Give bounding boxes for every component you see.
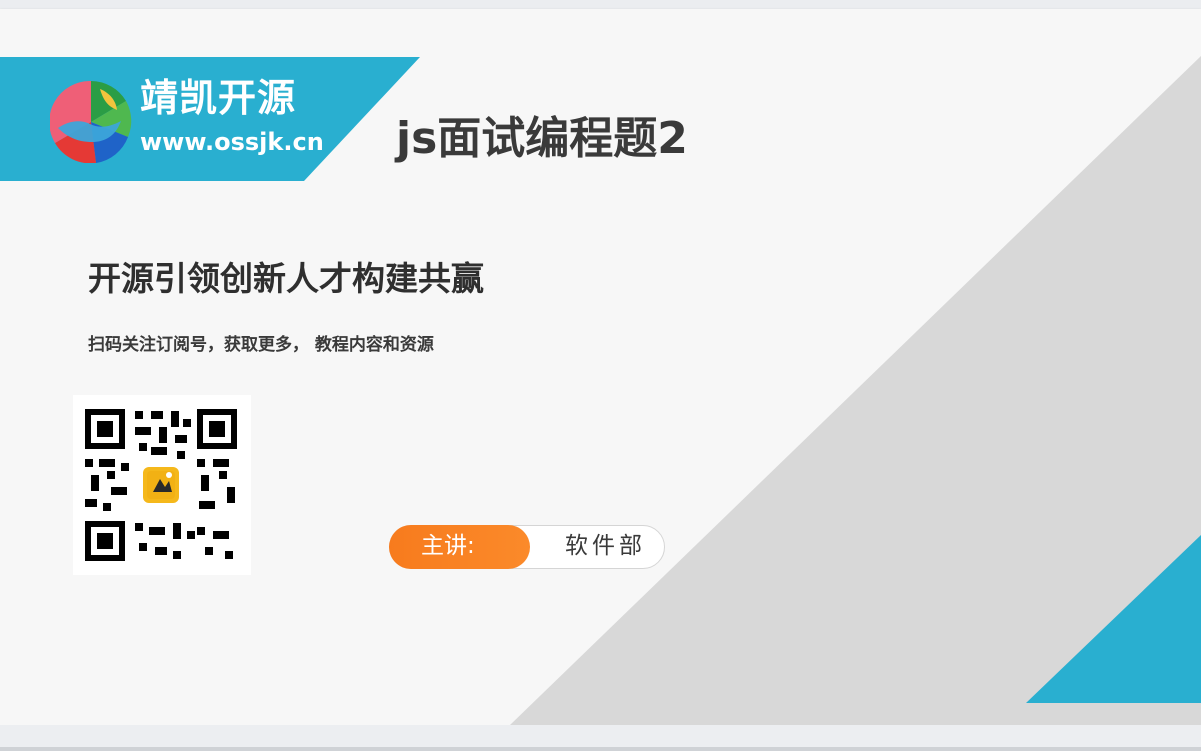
speaker-name: 软件部	[565, 533, 646, 559]
slide-canvas: 靖凯开源 www.ossjk.cn js面试编程题2 开源引领创新人才构建共赢 …	[0, 9, 1201, 725]
slogan-text: 开源引领创新人才构建共赢	[88, 259, 484, 298]
brand-name: 靖凯开源	[140, 76, 297, 120]
multicolor-circle-logo-icon	[50, 81, 132, 163]
qr-code-card	[73, 395, 251, 575]
window-frame: 靖凯开源 www.ossjk.cn js面试编程题2 开源引领创新人才构建共赢 …	[0, 0, 1201, 751]
bottom-line	[0, 747, 1201, 751]
qr-code-icon	[81, 405, 241, 565]
speaker-pill: 主讲: 软件部	[389, 525, 665, 569]
subscription-subtitle: 扫码关注订阅号，获取更多， 教程内容和资源	[88, 335, 434, 355]
speaker-label: 主讲:	[421, 533, 475, 559]
page-title: js面试编程题2	[396, 113, 688, 164]
brand-url: www.ossjk.cn	[140, 128, 324, 156]
